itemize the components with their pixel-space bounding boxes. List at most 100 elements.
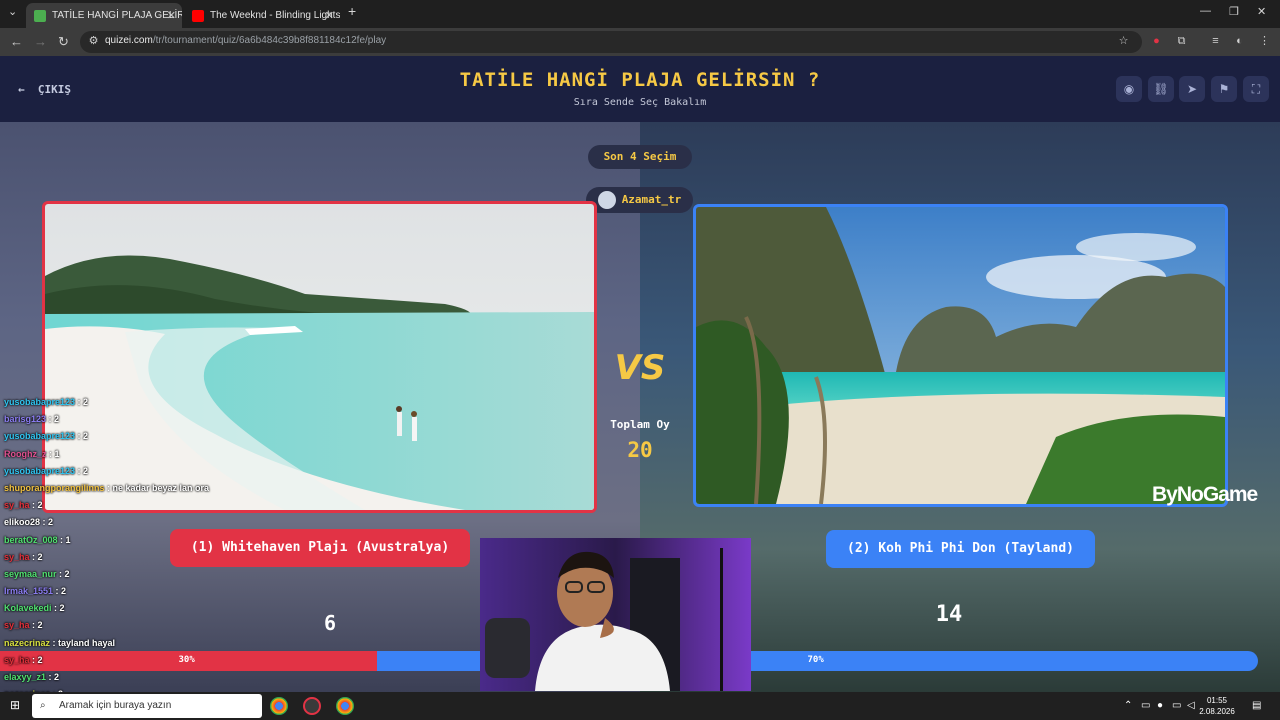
minimize-icon[interactable]: —: [1200, 5, 1211, 17]
chat-username: yusobabapre123: [4, 465, 76, 476]
chat-message: Kolavekedi : 2: [4, 600, 304, 617]
extensions-puzzle-icon[interactable]: ⧉: [1175, 35, 1188, 48]
chat-separator: :: [46, 448, 55, 459]
close-tab-icon[interactable]: ✕: [325, 9, 334, 22]
chat-separator: :: [75, 431, 84, 442]
chat-username: seymaa_nur: [4, 568, 57, 579]
site-info-icon[interactable]: ⚙: [87, 35, 100, 48]
chat-username: Irmak_1551: [4, 586, 54, 597]
option-2-percent: 70%: [807, 655, 824, 665]
chat-text: 2: [37, 500, 43, 511]
versus-icon: VS: [614, 348, 666, 388]
close-window-icon[interactable]: ✕: [1257, 5, 1266, 18]
quiz-favicon-icon: [34, 9, 46, 22]
chrome-active-icon[interactable]: [336, 697, 354, 715]
chat-text: 2: [83, 431, 89, 442]
windows-start-icon[interactable]: ⊞: [10, 698, 20, 712]
bookmark-star-icon[interactable]: ☆: [1117, 35, 1130, 48]
chat-text: 2: [83, 397, 89, 407]
chat-message: Rooghz_z : 1: [4, 446, 304, 463]
youtube-favicon-icon: [192, 9, 204, 22]
taskbar-search-input[interactable]: ⌕ Aramak için buraya yazın: [32, 694, 262, 718]
option-2-image[interactable]: [693, 204, 1228, 507]
link-icon[interactable]: ⛓: [1148, 76, 1174, 102]
reload-icon[interactable]: ↻: [58, 34, 69, 50]
quiz-subtitle: Sıra Sende Seç Bakalım: [573, 97, 707, 108]
chat-message: nazecrinaz : tayland hayal: [4, 635, 304, 652]
user-badge: Azamat_tr: [586, 187, 693, 213]
browser-tab-strip: ⌄ TATİLE HANGİ PLAJA GELİRSİN ✕ The Week…: [0, 0, 1280, 28]
chat-text: 2: [37, 620, 43, 631]
screen: ⌄ TATİLE HANGİ PLAJA GELİRSİN ✕ The Week…: [0, 0, 1280, 720]
forward-arrow-icon[interactable]: →: [34, 34, 47, 49]
chat-text: 2: [83, 465, 89, 476]
user-name: Azamat_tr: [621, 193, 682, 206]
option-2-button[interactable]: (2) Koh Phi Phi Don (Tayland): [826, 530, 1095, 568]
chat-message: Irmak_1551 : 2: [4, 583, 304, 600]
watermark: ByNoGame: [1152, 483, 1258, 506]
chat-message: yusobabapre123 : 2: [4, 463, 304, 480]
tab-youtube[interactable]: The Weeknd - Blinding Lights ( ✕: [184, 3, 340, 28]
tab-youtube-label: The Weeknd - Blinding Lights (: [210, 10, 340, 21]
profile-avatar-icon[interactable]: ◐: [1233, 35, 1246, 48]
chat-separator: :: [29, 500, 38, 511]
chat-text: tayland hayal: [58, 637, 116, 648]
back-arrow-icon[interactable]: ←: [10, 34, 23, 49]
taskbar-clock[interactable]: 01:55 2.08.2026: [1196, 695, 1238, 717]
chat-message: yusobabapre123 : 2: [4, 428, 304, 445]
chat-text: 2: [37, 654, 43, 665]
total-votes-label: Toplam Oy: [610, 418, 670, 431]
chat-username: nazecrinaz: [4, 637, 51, 648]
notifications-icon[interactable]: ▤: [1252, 700, 1261, 711]
chat-message: elikoo28 : 2: [4, 514, 304, 531]
chat-username: shuporangporangilinns: [4, 482, 105, 493]
recorder-app-icon[interactable]: [303, 697, 321, 715]
total-votes-value: 20: [627, 438, 653, 462]
chat-separator: :: [29, 551, 38, 562]
chat-text: 2: [64, 568, 70, 579]
os-taskbar: ⊞ ⌕ Aramak için buraya yazın ⌃ ▭ ● ▭ ◁ 0…: [0, 692, 1280, 720]
chat-username: beratOz_008: [4, 534, 58, 545]
tab-search-icon[interactable]: ⌄: [8, 5, 17, 18]
fullscreen-icon[interactable]: ⛶: [1243, 76, 1269, 102]
quiz-title: TATİLE HANGİ PLAJA GELİRSİN ?: [459, 69, 821, 91]
chat-username: elikoo28: [4, 517, 41, 528]
flag-icon[interactable]: ⚑: [1211, 76, 1237, 102]
chat-separator: :: [57, 534, 66, 545]
chat-username: Rooghz_z: [4, 448, 47, 459]
chat-separator: :: [104, 482, 113, 493]
chat-username: sy_ha: [4, 500, 30, 511]
chat-separator: :: [51, 603, 60, 614]
tray-network-icon[interactable]: ▭: [1141, 700, 1150, 711]
chat-separator: :: [46, 672, 55, 682]
chat-text: 1: [54, 448, 60, 459]
chat-message: elaxyy_z1 : 2: [4, 669, 304, 686]
eye-icon[interactable]: ◉: [1116, 76, 1142, 102]
chat-message: beratOz_008 : 1: [4, 532, 304, 549]
send-icon[interactable]: ➤: [1179, 76, 1205, 102]
media-control-icon[interactable]: ≡: [1209, 35, 1222, 48]
webcam-image: [480, 538, 751, 691]
chat-separator: :: [53, 586, 62, 597]
restore-icon[interactable]: ❐: [1229, 5, 1239, 18]
tray-mic-icon[interactable]: ●: [1157, 700, 1163, 711]
chat-message: barisg123 : 2: [4, 411, 304, 428]
chrome-icon[interactable]: [270, 697, 288, 715]
clock-time: 01:55: [1206, 696, 1228, 705]
url-text[interactable]: quizei.com/tr/tournament/quiz/6a6b484c39…: [105, 35, 386, 46]
avatar: [597, 191, 616, 209]
new-tab-icon[interactable]: +: [348, 3, 356, 19]
option-2-votes: 14: [935, 602, 963, 627]
chat-separator: :: [75, 465, 84, 476]
chat-text: 2: [59, 603, 65, 614]
tray-overflow-icon[interactable]: ⌃: [1124, 700, 1132, 711]
close-tab-icon[interactable]: ✕: [167, 9, 176, 22]
extension-record-icon[interactable]: ●: [1150, 35, 1163, 48]
browser-menu-icon[interactable]: ⋮: [1258, 35, 1271, 48]
tray-display-icon[interactable]: ▭: [1172, 700, 1181, 711]
tray-volume-icon[interactable]: ◁: [1187, 700, 1195, 711]
clock-date: 2.08.2026: [1199, 707, 1235, 716]
search-icon: ⌕: [40, 700, 46, 711]
quiz-page: ← ÇIKIŞ TATİLE HANGİ PLAJA GELİRSİN ? Sı…: [0, 56, 1280, 692]
tab-quiz[interactable]: TATİLE HANGİ PLAJA GELİRSİN ✕: [26, 3, 182, 28]
